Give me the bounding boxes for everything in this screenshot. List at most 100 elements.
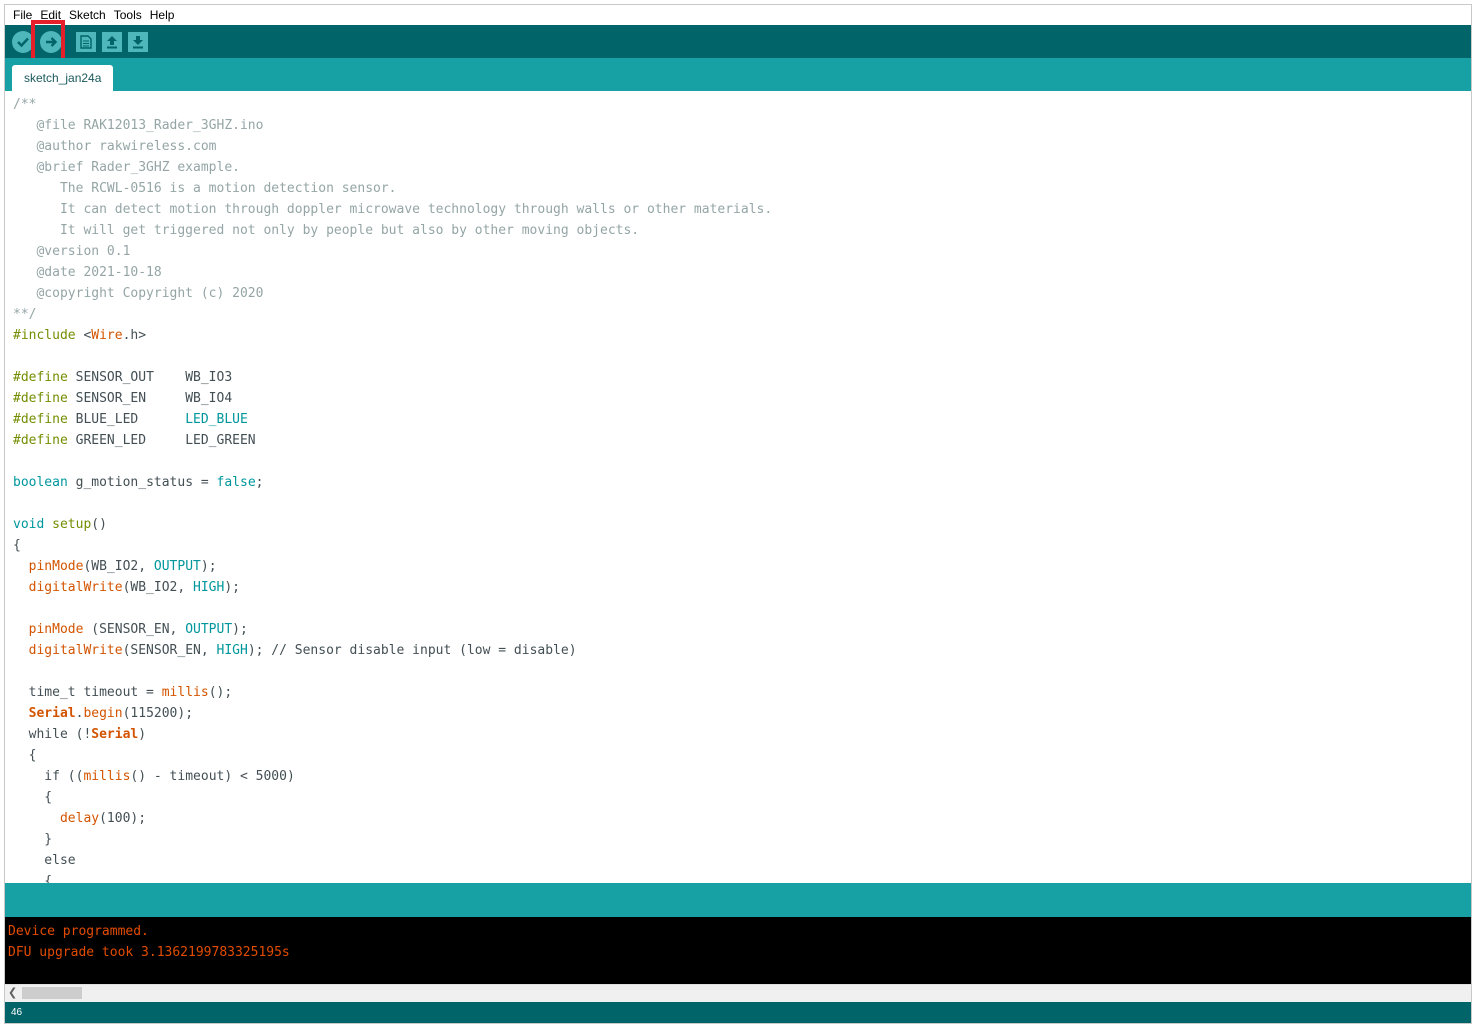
code-token: (115200); [122,706,194,721]
code-editor[interactable]: /** @file RAK12013_Rader_3GHZ.ino @autho… [5,91,1471,883]
code-token: () [91,517,107,532]
code-token: /** [13,97,37,112]
code-line: digitalWrite(WB_IO2, HIGH); [13,577,240,598]
code-line: @version 0.1 [13,241,130,262]
code-line: @date 2021-10-18 [13,262,162,283]
code-token: SENSOR_EN WB_IO4 [67,391,233,406]
code-token: GREEN_LED LED_GREEN [67,433,256,448]
verify-button[interactable] [12,30,34,53]
code-line: pinMode (SENSOR_EN, OUTPUT); [13,619,248,640]
new-button[interactable] [76,31,96,52]
tab-bar: sketch_jan24a [5,58,1471,91]
code-line: { [13,787,52,808]
code-token: It can detect motion through doppler mic… [13,202,773,217]
code-token: (WB_IO2, [122,580,194,595]
code-line: { [13,871,52,883]
code-token: else [13,853,76,868]
line-number: 46 [11,1007,23,1018]
code-token: @version 0.1 [13,244,131,259]
code-token: digitalWrite [28,643,123,658]
code-token: pinMode [28,559,84,574]
code-token: .h> [122,328,147,343]
horizontal-scrollbar[interactable]: ❮ [5,984,1471,1002]
code-token: #define [13,433,68,448]
code-line: The RCWL-0516 is a motion detection sens… [13,178,397,199]
arrow-up-icon [107,35,117,48]
save-button[interactable] [128,31,148,52]
menu-sketch[interactable]: Sketch [65,5,110,25]
code-line: Serial.begin(115200); [13,703,193,724]
code-token: (SENSOR_EN, [122,643,217,658]
code-token: (WB_IO2, [83,559,154,574]
toolbar [5,20,1471,62]
code-token: LED_BLUE [185,412,248,427]
code-token: while (! [13,727,92,742]
code-line: **/ [13,304,36,325]
code-line: void setup() [13,514,107,535]
code-line: #define GREEN_LED LED_GREEN [13,430,256,451]
arrow-right-icon [46,36,58,47]
code-token: The RCWL-0516 is a motion detection sens… [13,181,397,196]
code-token: #define [13,391,68,406]
code-token: { [13,538,21,553]
arduino-ide-window: File Edit Sketch Tools Help sketch_jan24… [4,4,1472,1024]
upload-button[interactable] [40,30,62,53]
code-token: SENSOR_OUT WB_IO3 [67,370,233,385]
code-token: @file RAK12013_Rader_3GHZ.ino [13,118,264,133]
code-line: digitalWrite(SENSOR_EN, HIGH); // Sensor… [13,640,577,661]
arrow-down-icon [133,35,143,48]
code-line: boolean g_motion_status = false; [13,472,263,493]
code-token: ); [200,559,217,574]
code-token: false [216,475,256,490]
code-token: ); // Sensor disable input (low = disabl… [247,643,577,658]
code-line: @author rakwireless.com [13,136,217,157]
tab-sketch[interactable]: sketch_jan24a [12,65,114,91]
console-line: Device programmed. [8,924,149,939]
code-token: { [13,874,53,883]
menu-file[interactable]: File [9,5,36,25]
code-token: #define [13,412,68,427]
code-token: @brief Rader_3GHZ example. [13,160,240,175]
code-token: digitalWrite [28,580,123,595]
code-token: **/ [13,307,37,322]
code-token: < [75,328,92,343]
code-line: @copyright Copyright (c) 2020 [13,283,263,304]
code-token: (100); [99,811,147,826]
code-token: @date 2021-10-18 [13,265,162,280]
code-line: It can detect motion through doppler mic… [13,199,772,220]
code-token: void [13,517,45,532]
scrollbar-thumb[interactable] [22,987,82,999]
status-bar: 46 [5,1002,1471,1023]
code-token: g_motion_status = [67,475,217,490]
code-token: () - timeout) < 5000) [130,769,295,784]
code-line: pinMode(WB_IO2, OUTPUT); [13,556,217,577]
code-token: ); [224,580,240,595]
code-line: @file RAK12013_Rader_3GHZ.ino [13,115,263,136]
code-token: Wire [91,328,123,343]
code-token: ) [138,727,147,742]
scroll-left-icon[interactable]: ❮ [8,985,17,1001]
code-token: ); [232,622,248,637]
code-token: HIGH [216,643,248,658]
menu-tools[interactable]: Tools [110,5,146,25]
open-button[interactable] [102,31,122,52]
code-line: while (!Serial) [13,724,146,745]
code-token: #include [13,328,76,343]
code-token: HIGH [193,580,225,595]
code-line: /** [13,94,36,115]
menu-edit[interactable]: Edit [36,5,65,25]
editor-console-divider[interactable] [5,883,1471,917]
menu-help[interactable]: Help [146,5,179,25]
code-token: @author rakwireless.com [13,139,217,154]
code-line: } [13,829,52,850]
code-token: It will get triggered not only by people… [13,223,640,238]
code-line: { [13,745,37,766]
code-token: { [13,748,37,763]
console-output: Device programmed. DFU upgrade took 3.13… [5,917,1471,984]
code-token: (); [208,685,233,700]
